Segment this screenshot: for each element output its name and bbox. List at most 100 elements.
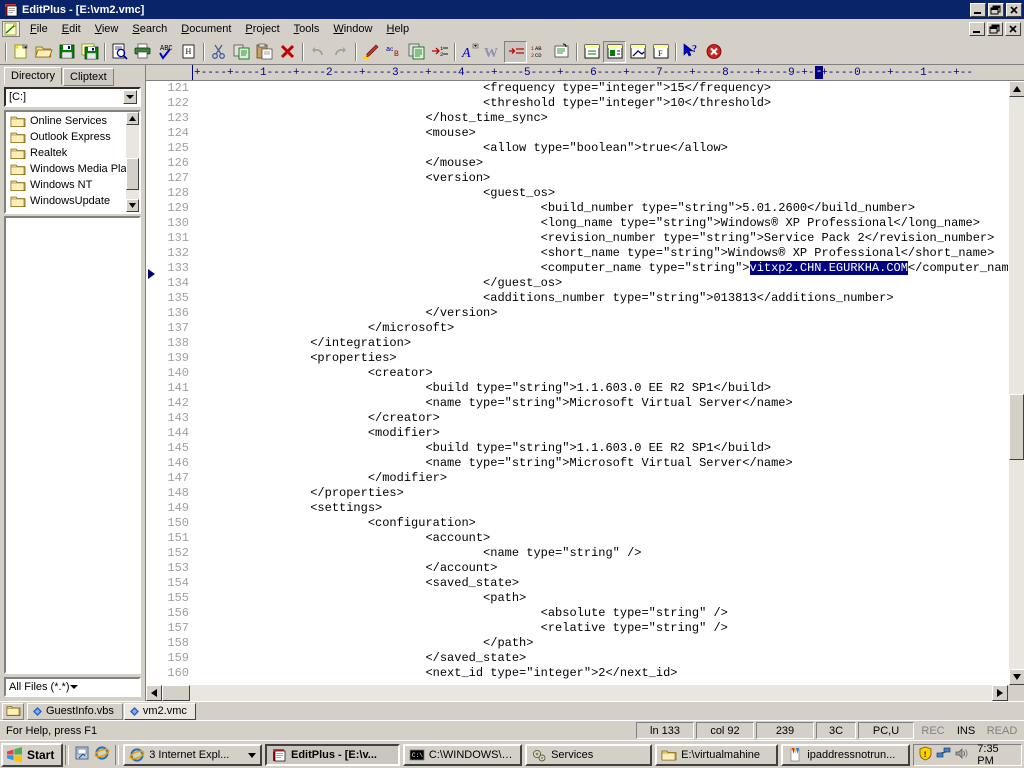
tree-item[interactable]: Outlook Express [8,129,139,145]
scroll-left-button[interactable] [146,685,162,701]
menu-help[interactable]: Help [379,21,416,38]
task-ipaddressnotrun[interactable]: ipaddressnotrun... [781,743,911,766]
task-command-prompt[interactable]: C:\ C:\WINDOWS\sy... [402,743,523,766]
document-selector-icon[interactable] [580,41,603,63]
mdi-minimize-button[interactable] [969,22,985,36]
network-icon[interactable] [936,746,951,764]
vertical-scroll-thumb[interactable] [1009,394,1024,460]
tab-directory[interactable]: Directory [4,67,63,85]
new-document-icon[interactable] [9,41,32,63]
task-editplus[interactable]: EditPlus - [E:\v... [264,743,400,766]
save-icon[interactable] [55,41,78,63]
cut-icon[interactable] [207,41,230,63]
code-line[interactable]: <threshold type="integer">10</threshold> [195,96,1008,111]
task-explorer-folder[interactable]: E:\virtualmahine [655,743,779,766]
paste-icon[interactable] [253,41,276,63]
code-line[interactable]: </account> [195,561,1008,576]
code-line[interactable]: <build type="string">1.1.603.0 EE R2 SP1… [195,381,1008,396]
sort-icon[interactable]: 1 AB 2 CD [527,41,550,63]
code-line[interactable]: <name type="string">Microsoft Virtual Se… [195,396,1008,411]
tree-scroll-thumb[interactable] [126,158,139,190]
tree-scrollbar[interactable] [126,112,139,212]
chevron-down-icon[interactable] [123,90,137,104]
browser-preview-icon[interactable] [550,41,573,63]
code-line[interactable]: <build_number type="string">5.01.2600</b… [195,201,1008,216]
horizontal-scroll-thumb[interactable] [162,685,190,701]
tree-item[interactable]: Online Services [8,113,139,129]
indent-icon[interactable]: 1 2 [428,41,451,63]
code-line[interactable]: <next_id type="integer">2</next_id> [195,666,1008,681]
tab-cliptext[interactable]: Cliptext [63,68,114,86]
tree-item[interactable]: Windows NT [8,177,139,193]
open-folder-icon[interactable] [32,41,55,63]
undo-icon[interactable] [306,41,329,63]
code-line[interactable]: </creator> [195,411,1008,426]
code-line[interactable]: </guest_os> [195,276,1008,291]
mdi-restore-button[interactable] [987,22,1003,36]
security-shield-icon[interactable]: ! [918,746,933,764]
code-area[interactable]: 121 122 123 124 125 126 127 128 129 130 131 132 133 1… [146,81,1008,685]
code-line[interactable]: <long_name type="string">Windows® XP Pro… [195,216,1008,231]
code-line[interactable]: </version> [195,306,1008,321]
code-line[interactable]: <build type="string">1.1.603.0 EE R2 SP1… [195,441,1008,456]
task-internet-explorer[interactable]: 3 Internet Expl... [123,743,262,766]
code-text[interactable]: <frequency type="integer">15</frequency>… [193,81,1008,685]
mdi-close-button[interactable] [1005,22,1021,36]
code-line[interactable]: <short_name type="string">Windows® XP Pr… [195,246,1008,261]
menu-search[interactable]: Search [125,21,174,38]
document-tab-guestinfo[interactable]: GuestInfo.vbs [27,702,123,720]
code-line[interactable]: <path> [195,591,1008,606]
tree-item[interactable]: Windows Media Pla [8,161,139,177]
code-line[interactable]: <mouse> [195,126,1008,141]
file-filter-combo[interactable]: All Files (*.*) [4,677,141,697]
code-line[interactable]: <saved_state> [195,576,1008,591]
code-line[interactable]: </modifier> [195,471,1008,486]
code-line[interactable]: <version> [195,171,1008,186]
start-button[interactable]: Start [1,742,64,767]
ftp-upload-icon[interactable] [626,41,649,63]
code-line[interactable]: <additions_number type="string">013813</… [195,291,1008,306]
delete-icon[interactable] [276,41,299,63]
code-line[interactable]: <creator> [195,366,1008,381]
find-replace-icon[interactable]: a c B [382,41,405,63]
tree-item[interactable]: Realtek [8,145,139,161]
code-line[interactable]: <allow type="boolean">true</allow> [195,141,1008,156]
editor-horizontal-scrollbar[interactable] [146,685,1008,701]
font-icon[interactable]: A [458,41,481,63]
code-line[interactable]: </path> [195,636,1008,651]
task-services[interactable]: Services [525,743,653,766]
code-line[interactable]: <account> [195,531,1008,546]
show-desktop-icon[interactable] [74,745,90,764]
print-preview-icon[interactable] [108,41,131,63]
code-line[interactable]: </microsoft> [195,321,1008,336]
highlight-icon[interactable] [359,41,382,63]
directory-window-icon[interactable] [603,40,626,63]
chevron-down-icon[interactable] [244,749,256,761]
code-line[interactable]: <relative type="string" /> [195,621,1008,636]
close-window-icon[interactable] [702,41,725,63]
word-wrap-icon[interactable]: W [481,41,504,63]
code-line[interactable]: </saved_state> [195,651,1008,666]
menu-window[interactable]: Window [326,21,379,38]
html-toolbar-icon[interactable]: H [177,41,200,63]
code-line[interactable]: </integration> [195,336,1008,351]
code-line[interactable]: <configuration> [195,516,1008,531]
code-line[interactable]: <name type="string" /> [195,546,1008,561]
redo-icon[interactable] [329,41,352,63]
function-list-icon[interactable]: F [649,41,672,63]
menu-edit[interactable]: Edit [55,21,88,38]
minimize-button[interactable] [970,2,986,17]
code-line[interactable]: <name type="string">Microsoft Virtual Se… [195,456,1008,471]
menu-file[interactable]: File [23,21,55,38]
document-icon[interactable] [2,21,20,37]
line-numbers-icon[interactable] [504,40,527,63]
code-line[interactable]: </mouse> [195,156,1008,171]
scroll-up-button[interactable] [126,112,139,125]
vertical-scroll-track[interactable] [1009,97,1024,669]
editor-vertical-scrollbar[interactable] [1008,81,1024,685]
copy-icon[interactable] [230,41,253,63]
close-button[interactable] [1006,2,1022,17]
help-pointer-icon[interactable]: ? [679,41,702,63]
code-line[interactable]: <modifier> [195,426,1008,441]
duplicate-icon[interactable] [405,41,428,63]
